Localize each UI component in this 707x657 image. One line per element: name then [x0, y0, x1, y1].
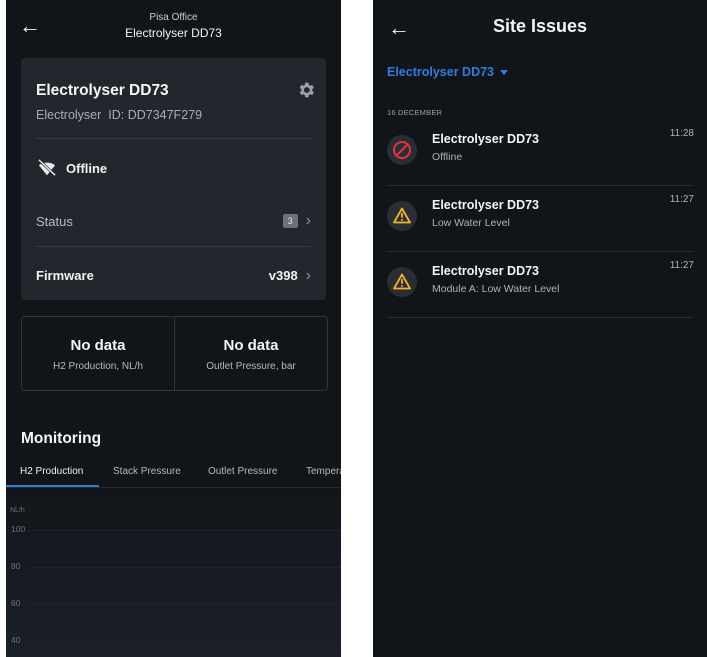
divider [36, 246, 311, 247]
issue-item[interactable]: Electrolyser DD73 Offline 11:28 [387, 120, 694, 186]
site-issues-screen: ← Site Issues Electrolyser DD73 16 DECEM… [373, 0, 707, 657]
issue-time: 11:27 [669, 194, 694, 205]
issue-title: Electrolyser DD73 [432, 264, 540, 278]
tab-stack-pressure[interactable]: Stack Pressure [113, 466, 181, 477]
issue-description: Module A: Low Water Level [432, 283, 560, 295]
device-type: Electrolyser [36, 108, 102, 122]
warning-icon [387, 267, 417, 297]
site-selector-label: Electrolyser DD73 [387, 65, 495, 79]
status-row-right[interactable]: 3 › [282, 212, 311, 229]
date-group-header: 16 DECEMBER [387, 108, 443, 117]
tab-outlet-pressure[interactable]: Outlet Pressure [208, 466, 277, 477]
stat-value: No data [70, 337, 126, 354]
y-tick-label: 80 [11, 561, 21, 571]
stat-outlet-pressure: No data Outlet Pressure, bar [175, 317, 327, 390]
site-name: Pisa Office [149, 12, 198, 23]
divider [387, 317, 693, 318]
device-card: Electrolyser DD73 Electrolyser ID: DD734… [21, 58, 326, 300]
firmware-row-label[interactable]: Firmware [36, 268, 94, 283]
warning-icon [387, 201, 417, 231]
wifi-off-icon [37, 159, 57, 177]
issue-item[interactable]: Electrolyser DD73 Low Water Level 11:27 [387, 186, 694, 252]
device-id: ID: DD7347F279 [108, 108, 203, 122]
issue-title: Electrolyser DD73 [432, 132, 540, 146]
firmware-version: v398 [268, 268, 298, 283]
device-id-line: Electrolyser ID: DD7347F279 [36, 108, 202, 122]
device-screen: ← Pisa Office Electrolyser DD73 Electrol… [6, 0, 341, 657]
gridline [30, 604, 341, 605]
stat-h2-production: No data H2 Production, NL/h [22, 317, 174, 390]
y-tick-label: 40 [11, 635, 21, 645]
monitoring-title: Monitoring [21, 430, 102, 447]
page-title: Site Issues [492, 16, 588, 36]
issue-time: 11:27 [669, 260, 694, 271]
y-tick-label: 60 [11, 598, 21, 608]
issue-description: Offline [432, 151, 463, 163]
chevron-right-icon: › [305, 266, 311, 284]
gridline [30, 641, 341, 642]
connection-status-label: Offline [66, 160, 108, 176]
device-name: Electrolyser DD73 [36, 82, 169, 99]
connection-status: Offline [36, 158, 107, 178]
chevron-right-icon: › [305, 212, 311, 229]
y-axis-unit: NL/h [10, 507, 25, 514]
tab-temperature[interactable]: Temperature [306, 466, 341, 477]
firmware-row-right[interactable]: v398 › [268, 266, 311, 284]
active-tab-indicator [6, 485, 99, 487]
stat-value: No data [223, 337, 279, 354]
issue-time: 11:28 [669, 128, 694, 139]
tab-h2-production[interactable]: H2 Production [20, 466, 83, 477]
issue-item[interactable]: Electrolyser DD73 Module A: Low Water Le… [387, 252, 694, 318]
issue-title: Electrolyser DD73 [432, 198, 540, 212]
gridline [30, 567, 341, 568]
stats-panel: No data H2 Production, NL/h No data Outl… [21, 316, 328, 391]
divider [36, 138, 311, 139]
h2-production-chart: NL/h 100 80 60 40 [6, 488, 341, 657]
stat-label: Outlet Pressure, bar [206, 361, 296, 372]
gear-icon[interactable] [296, 80, 316, 100]
gridline [30, 530, 341, 531]
status-row-label[interactable]: Status [36, 214, 73, 229]
y-tick-label: 100 [11, 524, 26, 534]
status-count-badge: 3 [282, 214, 298, 228]
page-title: Electrolyser DD73 [125, 26, 222, 40]
stat-label: H2 Production, NL/h [52, 361, 144, 372]
caret-down-icon [500, 69, 509, 75]
issue-description: Low Water Level [432, 217, 510, 229]
offline-icon [387, 135, 417, 165]
site-selector-dropdown[interactable]: Electrolyser DD73 [387, 65, 509, 79]
